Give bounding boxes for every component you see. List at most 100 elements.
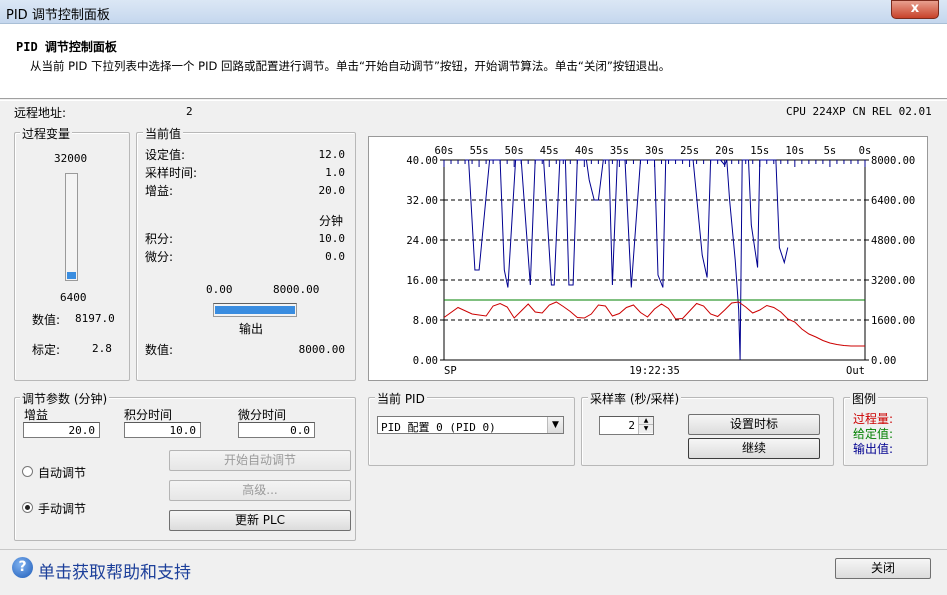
time-tick-label: 10s	[785, 145, 804, 157]
pid-dropdown[interactable]: PID 配置 0 (PID 0) ▼	[377, 416, 564, 434]
time-tick-label: 25s	[680, 145, 699, 157]
help-link[interactable]: 单击获取帮助和支持	[38, 558, 191, 583]
output-label: 输出	[239, 322, 264, 336]
time-tick-label: 40s	[575, 145, 594, 157]
series-line-1	[443, 301, 865, 347]
tune-integral-input[interactable]: 10.0	[124, 422, 201, 438]
pid-dropdown-value: PID 配置 0 (PID 0)	[381, 421, 496, 434]
header-instructions: 从当前 PID 下拉列表中选择一个 PID 回路或配置进行调节。单击“开始自动调…	[30, 59, 671, 73]
tune-gain-input[interactable]: 20.0	[23, 422, 100, 438]
pv-min-label: 6400	[60, 291, 87, 304]
left-tick-label: 8.00	[413, 315, 438, 327]
process-variable-label: 过程变量	[20, 125, 73, 142]
derivative-label: 微分:	[145, 250, 174, 264]
time-tick-label: 0s	[859, 145, 872, 157]
manual-tune-label: 手动调节	[38, 502, 87, 516]
sample-time-label: 采样时间:	[145, 166, 198, 180]
series-line-0	[465, 159, 789, 361]
gain-value: 20.0	[318, 184, 346, 197]
help-icon[interactable]: ?	[12, 557, 33, 578]
auto-tune-label: 自动调节	[38, 466, 87, 480]
time-tick-label: 30s	[645, 145, 664, 157]
minutes-label: 分钟	[319, 214, 344, 228]
left-tick-label: 24.00	[406, 235, 438, 247]
pv-scaled-label: 标定:	[32, 343, 61, 357]
sample-rate-spinner[interactable]: ▲ ▼	[638, 417, 653, 434]
sample-rate-label: 采样率 (秒/采样)	[588, 390, 682, 407]
bottom-label-out: Out	[846, 365, 865, 377]
manual-tune-radio[interactable]	[22, 502, 33, 513]
pv-level-fill	[67, 272, 76, 279]
setpoint-label: 设定值:	[145, 148, 186, 162]
left-tick-label: 32.00	[406, 195, 438, 207]
integral-value: 10.0	[318, 232, 346, 245]
output-value-label: 数值:	[145, 343, 174, 357]
pv-scaled-value: 2.8	[92, 342, 112, 355]
current-pid-label: 当前 PID	[375, 390, 427, 407]
right-tick-label: 3200.00	[871, 275, 915, 287]
header-title: PID 调节控制面板	[16, 40, 117, 54]
output-value: 8000.00	[298, 343, 345, 356]
tune-derivative-input[interactable]: 0.0	[238, 422, 315, 438]
spin-up-icon[interactable]: ▲	[639, 417, 653, 425]
update-plc-button[interactable]: 更新 PLC	[169, 510, 351, 531]
close-button[interactable]: 关闭	[835, 558, 931, 579]
chevron-down-icon[interactable]: ▼	[547, 417, 563, 433]
pv-value: 8197.0	[75, 312, 115, 325]
output-max-label: 8000.00	[273, 283, 320, 296]
continue-button[interactable]: 继续	[688, 438, 820, 459]
tuning-params-label: 调节参数 (分钟)	[20, 390, 110, 407]
trend-chart: 40.00 8000.00 32.00 6400.00 24.00 4800.00 16.0…	[368, 136, 928, 381]
left-tick-label: 16.00	[406, 275, 438, 287]
time-tick-label: 50s	[505, 145, 524, 157]
output-min-label: 0.00	[206, 283, 233, 296]
gain-label: 增益:	[145, 184, 174, 198]
time-tick-label: 5s	[824, 145, 837, 157]
time-tick-label: 55s	[470, 145, 489, 157]
time-tick-label: 60s	[435, 145, 454, 157]
spin-down-icon[interactable]: ▼	[639, 425, 653, 433]
set-time-scale-button[interactable]: 设置时标	[688, 414, 820, 435]
bottom-label-sp: SP	[444, 365, 457, 377]
setpoint-value: 12.0	[318, 148, 346, 161]
right-tick-label: 1600.00	[871, 315, 915, 327]
output-bar	[213, 303, 297, 317]
legend-label: 图例	[850, 390, 879, 407]
current-values-label: 当前值	[143, 125, 184, 142]
legend-output: 输出值:	[853, 442, 894, 456]
derivative-value: 0.0	[325, 250, 345, 263]
left-tick-label: 40.00	[406, 155, 438, 167]
auto-tune-radio[interactable]	[22, 466, 33, 477]
start-auto-tune-button[interactable]: 开始自动调节	[169, 450, 351, 471]
title-bar: PID 调节控制面板 x	[0, 0, 947, 24]
right-tick-label: 4800.00	[871, 235, 915, 247]
advanced-button[interactable]: 高级...	[169, 480, 351, 501]
pv-value-label: 数值:	[32, 313, 61, 327]
trend-chart-svg: 40.00 8000.00 32.00 6400.00 24.00 4800.00 16.0…	[406, 145, 915, 377]
remote-address-label: 远程地址:	[14, 106, 67, 120]
tune-integral-label: 积分时间	[124, 408, 173, 422]
sample-time-value: 1.0	[325, 166, 345, 179]
right-tick-label: 6400.00	[871, 195, 915, 207]
cpu-info: CPU 224XP CN REL 02.01	[786, 105, 932, 118]
tune-gain-label: 增益	[24, 408, 49, 422]
time-tick-label: 45s	[540, 145, 559, 157]
left-tick-label: 0.00	[413, 355, 438, 367]
pv-max-label: 32000	[54, 152, 88, 165]
time-tick-label: 35s	[610, 145, 629, 157]
pv-level-bar	[65, 173, 78, 281]
close-icon: x	[910, 1, 920, 16]
output-bar-fill	[215, 306, 295, 314]
window-close-button[interactable]: x	[891, 0, 939, 19]
right-tick-label: 8000.00	[871, 155, 915, 167]
remote-address-value: 2	[186, 105, 193, 118]
integral-label: 积分:	[145, 232, 174, 246]
plot-frame	[443, 159, 866, 361]
tune-derivative-label: 微分时间	[238, 408, 287, 422]
time-tick-label: 15s	[750, 145, 769, 157]
window-title: PID 调节控制面板	[6, 8, 110, 23]
right-tick-label: 0.00	[871, 355, 896, 367]
header-panel: PID 调节控制面板 从当前 PID 下拉列表中选择一个 PID 回路或配置进行…	[0, 24, 947, 99]
time-tick-label: 20s	[715, 145, 734, 157]
bottom-label-time: 19:22:35	[629, 365, 680, 377]
